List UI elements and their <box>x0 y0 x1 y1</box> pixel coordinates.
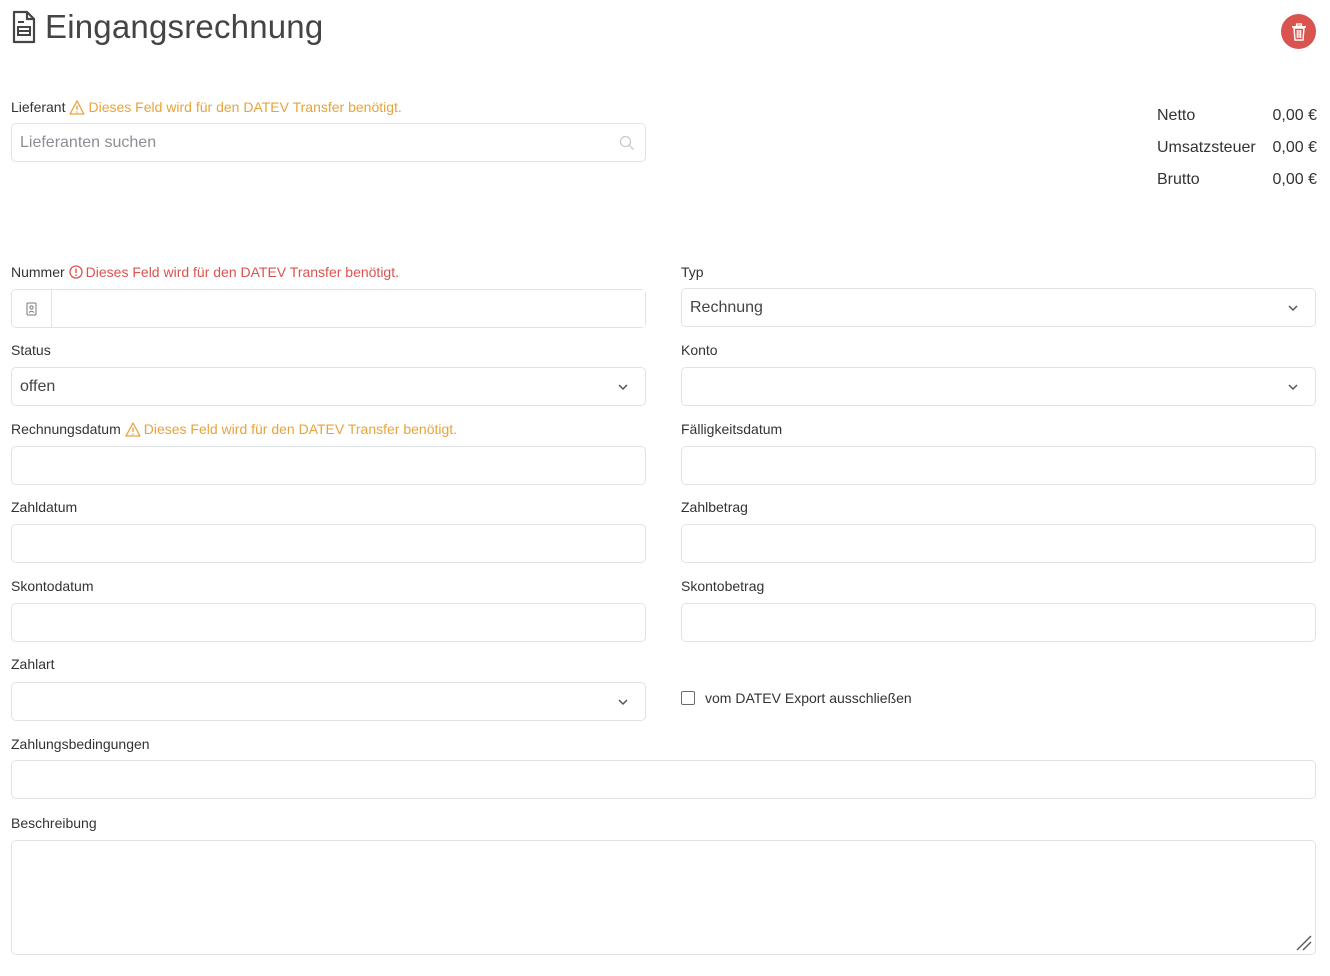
payment-terms-input[interactable] <box>20 761 1307 798</box>
totals-row-vat: Umsatzsteuer 0,00 € <box>1157 139 1317 156</box>
search-icon <box>619 135 634 150</box>
payment-method-select[interactable] <box>11 682 646 721</box>
trash-icon <box>1291 22 1306 41</box>
account-select[interactable] <box>681 367 1316 406</box>
discount-date-label: Skontodatum <box>11 578 94 594</box>
error-circle-icon <box>69 265 83 279</box>
type-selected-value: Rechnung <box>690 298 763 316</box>
invoice-date-field[interactable] <box>11 446 646 485</box>
discount-amount-field[interactable] <box>681 603 1316 642</box>
due-date-field[interactable] <box>681 446 1316 485</box>
payment-terms-label: Zahlungsbedingungen <box>11 736 150 752</box>
chevron-down-icon <box>618 699 628 706</box>
number-input[interactable] <box>52 290 645 327</box>
page-title: Eingangsrechnung <box>45 8 324 45</box>
document-icon <box>12 10 36 44</box>
payment-date-field[interactable] <box>11 524 646 563</box>
discount-amount-input[interactable] <box>690 604 1307 641</box>
resize-grip-icon[interactable] <box>1295 934 1313 952</box>
due-date-input[interactable] <box>690 447 1307 484</box>
supplier-warning: Dieses Feld wird für den DATEV Transfer … <box>69 99 402 115</box>
totals-row-gross: Brutto 0,00 € <box>1157 171 1317 188</box>
warning-icon <box>125 421 141 437</box>
delete-button[interactable] <box>1281 14 1316 49</box>
payment-date-input[interactable] <box>20 525 637 562</box>
payment-terms-field[interactable] <box>11 760 1316 799</box>
status-select[interactable]: offen <box>11 367 646 406</box>
supplier-search-field[interactable] <box>11 123 646 162</box>
invoice-date-label: Rechnungsdatum <box>11 421 121 437</box>
type-label: Typ <box>681 264 704 280</box>
discount-amount-label: Skontobetrag <box>681 578 765 594</box>
supplier-search-input[interactable] <box>20 124 637 161</box>
id-badge-icon <box>26 302 37 315</box>
payment-amount-field[interactable] <box>681 524 1316 563</box>
warning-icon <box>69 99 86 115</box>
type-select[interactable]: Rechnung <box>681 288 1316 327</box>
chevron-down-icon <box>1288 305 1298 312</box>
exclude-datev-row[interactable]: vom DATEV Export ausschließen <box>681 690 912 706</box>
status-selected-value: offen <box>20 377 56 395</box>
chevron-down-icon <box>618 384 628 391</box>
supplier-label: Lieferant <box>11 99 66 115</box>
invoice-date-label-row: Rechnungsdatum Dieses Feld wird für den … <box>11 421 457 437</box>
page-header: Eingangsrechnung <box>11 8 323 46</box>
invoice-date-input[interactable] <box>20 447 637 484</box>
account-label: Konto <box>681 342 718 358</box>
due-date-label: Fälligkeitsdatum <box>681 421 783 437</box>
payment-amount-input[interactable] <box>690 525 1307 562</box>
payment-amount-label: Zahlbetrag <box>681 499 748 515</box>
payment-date-label: Zahldatum <box>11 499 78 515</box>
invoice-date-warning: Dieses Feld wird für den DATEV Transfer … <box>125 421 457 437</box>
discount-date-field[interactable] <box>11 603 646 642</box>
exclude-datev-label: vom DATEV Export ausschließen <box>705 690 912 706</box>
discount-date-input[interactable] <box>20 604 637 641</box>
status-label: Status <box>11 342 51 358</box>
totals-row-net: Netto 0,00 € <box>1157 107 1317 124</box>
chevron-down-icon <box>1288 384 1298 391</box>
supplier-label-row: Lieferant Dieses Feld wird für den DATEV… <box>11 99 402 115</box>
number-label-row: Nummer Dieses Feld wird für den DATEV Tr… <box>11 264 399 280</box>
description-label: Beschreibung <box>11 815 97 831</box>
payment-method-label: Zahlart <box>11 656 55 672</box>
number-addon <box>12 290 52 327</box>
exclude-datev-checkbox[interactable] <box>681 691 695 705</box>
number-label: Nummer <box>11 264 65 280</box>
number-error: Dieses Feld wird für den DATEV Transfer … <box>69 264 399 280</box>
number-field[interactable] <box>11 289 646 328</box>
totals-summary: Netto 0,00 € Umsatzsteuer 0,00 € Brutto … <box>1157 100 1317 196</box>
description-textarea[interactable] <box>11 840 1316 955</box>
